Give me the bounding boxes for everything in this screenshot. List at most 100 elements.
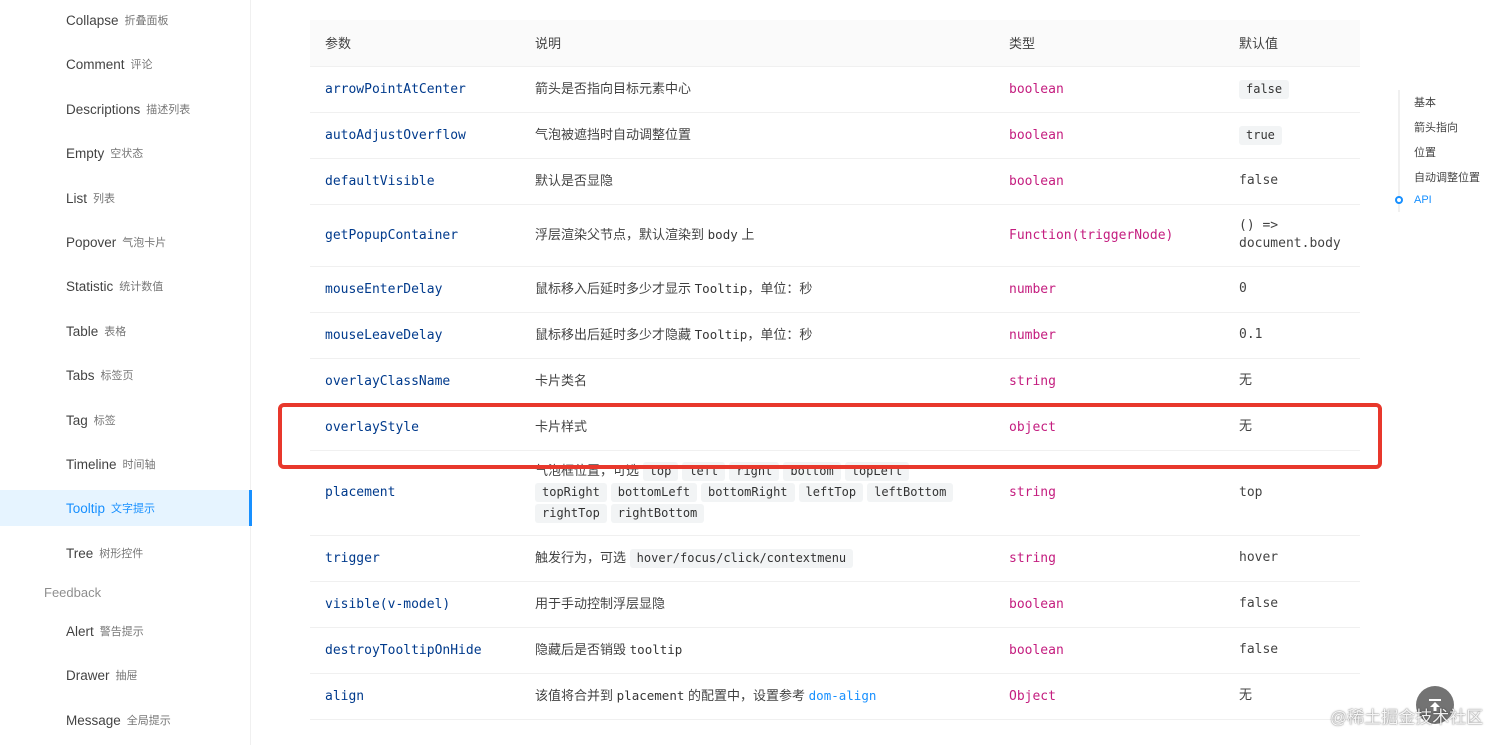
- sidebar-item-message[interactable]: Message 全局提示: [0, 702, 251, 738]
- param-desc: 鼠标移出后延时多少才隐藏 Tooltip，单位：秒: [520, 312, 994, 359]
- column-header-param: 参数: [310, 20, 520, 67]
- default-line: () =>: [1239, 218, 1279, 233]
- sidebar-item-table[interactable]: Table 表格: [0, 313, 251, 349]
- desc-code: topLeft: [844, 462, 910, 481]
- default-code: true: [1239, 125, 1282, 145]
- desc-code: Tooltip: [694, 327, 748, 342]
- sidebar-item-label: Popover: [66, 234, 117, 250]
- watermark: @稀土掘金技术社区: [1330, 708, 1484, 727]
- sidebar-item-sublabel: 气泡卡片: [122, 237, 167, 249]
- desc-code: bottomLeft: [610, 483, 698, 502]
- anchor-active-dot: [1395, 196, 1403, 204]
- sidebar-item-empty[interactable]: Empty 空状态: [0, 135, 251, 171]
- param-name: placement: [310, 450, 520, 536]
- sidebar-item-descriptions[interactable]: Descriptions 描述列表: [0, 91, 251, 127]
- desc-text: ，单位：秒: [747, 327, 813, 342]
- param-name: trigger: [310, 535, 520, 582]
- sidebar-item-label: Statistic: [66, 278, 114, 294]
- sidebar-item-label: Message: [66, 712, 121, 728]
- sidebar-item-sublabel: 空状态: [110, 148, 144, 160]
- param-name: autoAdjustOverflow: [310, 112, 520, 159]
- anchor-link-arrow[interactable]: 箭头指向: [1414, 119, 1458, 135]
- param-type: boolean: [994, 581, 1224, 628]
- param-desc: 隐藏后是否销毁 tooltip: [520, 627, 994, 674]
- sidebar-item-popover[interactable]: Popover 气泡卡片: [0, 224, 251, 260]
- table-row: trigger 触发行为，可选 hover/focus/click/contex…: [310, 535, 1360, 582]
- sidebar-item-alert[interactable]: Alert 警告提示: [0, 613, 251, 649]
- param-name: align: [310, 673, 520, 720]
- param-default: 无: [1224, 404, 1360, 451]
- param-name: overlayClassName: [310, 358, 520, 405]
- anchor-link-placement[interactable]: 位置: [1414, 144, 1436, 160]
- sidebar-item-sublabel: 评论: [130, 59, 153, 71]
- sidebar-item-collapse[interactable]: Collapse 折叠面板: [0, 2, 251, 38]
- desc-code: top: [642, 462, 679, 481]
- param-default: false: [1224, 627, 1360, 674]
- table-row: mouseEnterDelay 鼠标移入后延时多少才显示 Tooltip，单位：…: [310, 266, 1360, 313]
- sidebar-item-list[interactable]: List 列表: [0, 180, 251, 216]
- param-type: object: [994, 404, 1224, 451]
- param-desc: 卡片样式: [520, 404, 994, 451]
- table-row: mouseLeaveDelay 鼠标移出后延时多少才隐藏 Tooltip，单位：…: [310, 312, 1360, 359]
- param-name: defaultVisible: [310, 158, 520, 205]
- param-type: string: [994, 535, 1224, 582]
- param-type: Function(triggerNode): [994, 204, 1224, 267]
- param-type: number: [994, 266, 1224, 313]
- param-desc: 气泡框位置，可选 top left right bottom topLeft topRig…: [520, 450, 994, 536]
- sidebar-group-feedback: Feedback: [44, 585, 102, 600]
- sidebar-menu: Collapse 折叠面板 Comment 评论 Descriptions 描述列表 …: [0, 0, 252, 745]
- sidebar-item-label: Timeline: [66, 456, 117, 472]
- sidebar-item-label: Table: [66, 323, 99, 339]
- sidebar-item-tooltip[interactable]: Tooltip 文字提示: [0, 490, 252, 526]
- param-type: number: [994, 312, 1224, 359]
- default-code: false: [1239, 79, 1290, 99]
- sidebar-item-label: Drawer: [66, 667, 110, 683]
- sidebar-item-sublabel: 标签: [93, 415, 116, 427]
- sidebar-item-drawer[interactable]: Drawer 抽屉: [0, 657, 251, 693]
- sidebar-item-sublabel: 标签页: [100, 370, 134, 382]
- param-type: boolean: [994, 112, 1224, 159]
- sidebar-item-tag[interactable]: Tag 标签: [0, 402, 251, 438]
- sidebar-item-tabs[interactable]: Tabs 标签页: [0, 357, 251, 393]
- desc-code: leftTop: [798, 483, 864, 502]
- anchor-link-api[interactable]: API: [1414, 194, 1432, 206]
- sidebar-item-tree[interactable]: Tree 树形控件: [0, 535, 251, 571]
- sidebar-item-sublabel: 全局提示: [126, 715, 171, 727]
- param-name: arrowPointAtCenter: [310, 66, 520, 113]
- api-table: 参数 说明 类型 默认值 arrowPointAtCenter 箭头是否指向目标…: [310, 20, 1360, 720]
- table-row: placement 气泡框位置，可选 top left right bottom top…: [310, 450, 1360, 536]
- table-row: autoAdjustOverflow 气泡被遮挡时自动调整位置 boolean …: [310, 112, 1360, 159]
- sidebar-item-timeline[interactable]: Timeline 时间轴: [0, 446, 251, 482]
- sidebar-item-statistic[interactable]: Statistic 统计数值: [0, 268, 251, 304]
- sidebar-item-label: Collapse: [66, 12, 119, 28]
- table-row: destroyTooltipOnHide 隐藏后是否销毁 tooltip boo…: [310, 627, 1360, 674]
- desc-text: 隐藏后是否销毁: [535, 642, 627, 657]
- param-desc: 浮层渲染父节点，默认渲染到 body 上: [520, 204, 994, 267]
- param-name: visible(v-model): [310, 581, 520, 628]
- anchor-link-auto-adjust[interactable]: 自动调整位置: [1414, 169, 1480, 185]
- desc-text: 气泡框位置，可选: [535, 463, 640, 478]
- desc-code: body: [707, 227, 738, 242]
- sidebar-item-sublabel: 折叠面板: [124, 15, 169, 27]
- desc-code: tooltip: [629, 642, 683, 657]
- sidebar-item-comment[interactable]: Comment 评论: [0, 46, 251, 82]
- column-header-type: 类型: [994, 20, 1224, 67]
- param-type: string: [994, 358, 1224, 405]
- param-default: 无: [1224, 358, 1360, 405]
- column-header-desc: 说明: [520, 20, 994, 67]
- param-name: mouseEnterDelay: [310, 266, 520, 313]
- sidebar-item-label: List: [66, 190, 88, 206]
- param-default: 0: [1224, 266, 1360, 313]
- anchor-link-basic[interactable]: 基本: [1414, 94, 1436, 110]
- sidebar-item-label: Descriptions: [66, 101, 141, 117]
- table-row: getPopupContainer 浮层渲染父节点，默认渲染到 body 上 F…: [310, 204, 1360, 267]
- param-default: false: [1224, 158, 1360, 205]
- dom-align-link[interactable]: dom-align: [809, 688, 877, 703]
- sidebar-item-label: Comment: [66, 56, 125, 72]
- desc-text: 触发行为，可选: [535, 549, 627, 565]
- desc-code: bottom: [783, 462, 841, 481]
- param-type: Object: [994, 673, 1224, 720]
- param-type: string: [994, 450, 1224, 536]
- desc-text: 的配置中，设置参考: [688, 688, 806, 703]
- desc-code: hover/focus/click/contextmenu: [629, 548, 854, 568]
